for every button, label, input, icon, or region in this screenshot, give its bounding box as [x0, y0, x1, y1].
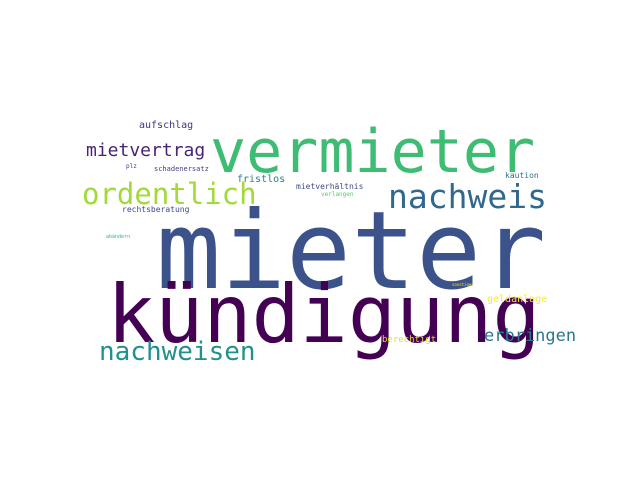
word-kaution: kaution — [505, 171, 539, 180]
word-vermieter: vermieter — [210, 117, 536, 187]
word-cloud: mieter kündigung vermieter nachweis orde… — [0, 0, 640, 480]
word-nachweis: nachweis — [388, 177, 547, 216]
word-sonstiges: sonstiges — [452, 282, 474, 287]
word-mietverhaeltnis: mietverhältnis — [296, 182, 364, 191]
word-geldanlage: geldanlage — [487, 294, 548, 305]
word-verlangen: verlangen — [321, 191, 354, 198]
word-fristlos: fristlos — [237, 174, 286, 185]
word-mietvertrag: mietvertrag — [86, 140, 206, 161]
word-plz: plz — [126, 163, 137, 170]
word-erbringen: erbringen — [484, 326, 577, 346]
word-rechtsberatung: rechtsberatung — [122, 205, 190, 214]
word-schadenersatz: schadenersatz — [154, 165, 209, 173]
word-aufschlag: aufschlag — [139, 120, 194, 131]
word-berechtigt: berechtigt — [382, 335, 437, 345]
word-abaendern: abändern — [106, 234, 131, 240]
word-nachweisen: nachweisen — [99, 337, 256, 367]
